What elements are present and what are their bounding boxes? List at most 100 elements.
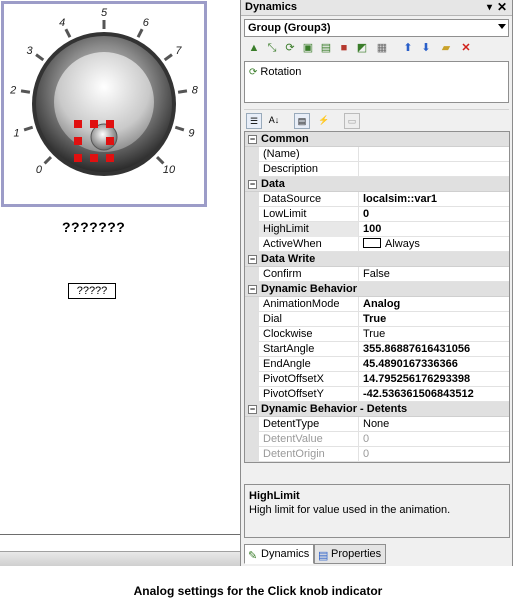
knob-tick xyxy=(20,89,31,94)
category-label: Data xyxy=(261,178,285,190)
knob-tick xyxy=(43,155,53,165)
property-name: Description xyxy=(259,162,359,177)
collapse-icon[interactable]: − xyxy=(248,285,257,294)
property-row[interactable]: Dial True xyxy=(245,312,509,327)
property-row[interactable]: Clockwise True xyxy=(245,327,509,342)
knob-tick-label: 8 xyxy=(192,85,199,97)
row-gutter xyxy=(245,207,259,222)
property-row[interactable]: DetentOrigin 0 xyxy=(245,447,509,462)
property-row[interactable]: DataSource localsim::var1 xyxy=(245,192,509,207)
tab-dynamics[interactable]: ✎ Dynamics xyxy=(244,544,314,564)
help-title: HighLimit xyxy=(249,490,300,502)
knob-dial[interactable]: 0 1 2 3 4 5 6 7 8 9 10 xyxy=(4,4,204,204)
dynamics-icon: ✎ xyxy=(248,550,258,562)
property-value[interactable]: 0 xyxy=(363,207,369,221)
pages-icon[interactable]: ▭ xyxy=(344,113,360,129)
category-header[interactable]: − Dynamic Behavior - Detents xyxy=(245,402,509,417)
category-label: Dynamic Behavior xyxy=(261,283,357,295)
categorized-icon[interactable]: ☰ xyxy=(246,113,262,129)
property-row[interactable]: Confirm False xyxy=(245,267,509,282)
group-select[interactable]: Group (Group3) xyxy=(244,19,509,37)
property-value[interactable]: Analog xyxy=(363,297,400,311)
handle-br xyxy=(106,154,114,162)
property-value[interactable]: None xyxy=(363,417,389,431)
events-icon[interactable]: ⚡ xyxy=(316,113,332,129)
knob-frame[interactable]: 0 1 2 3 4 5 6 7 8 9 10 xyxy=(1,1,207,207)
chevron-down-icon[interactable]: ▾ xyxy=(487,0,492,15)
knob-tick-label: 4 xyxy=(59,17,65,29)
knob-tick xyxy=(177,89,188,94)
row-gutter xyxy=(245,222,259,237)
dynamics-panel: Dynamics ▾ ✕ Group (Group3) ▲ ⤡ ⟳ ▣ ▤ ■ … xyxy=(240,0,513,566)
property-value[interactable]: 0 xyxy=(363,447,369,461)
panel-title: Dynamics xyxy=(245,1,297,13)
collapse-icon[interactable]: − xyxy=(248,255,257,264)
handle-ml xyxy=(74,137,82,145)
property-value[interactable]: True xyxy=(363,327,385,341)
add-animation-icon[interactable]: ▲ xyxy=(247,41,261,55)
property-row[interactable]: LowLimit 0 xyxy=(245,207,509,222)
close-icon[interactable]: ✕ xyxy=(497,0,507,15)
sort-alpha-icon[interactable]: A↓ xyxy=(266,113,282,129)
property-row[interactable]: PivotOffsetY -42.536361506843512 xyxy=(245,387,509,402)
fill-icon[interactable]: ◩ xyxy=(355,41,369,55)
property-row[interactable]: DetentType None xyxy=(245,417,509,432)
category-header[interactable]: − Common xyxy=(245,132,509,147)
property-value[interactable]: Always xyxy=(363,237,420,251)
knob-tick-label: 0 xyxy=(36,164,43,176)
property-value[interactable]: 100 xyxy=(363,222,381,236)
row-gutter xyxy=(245,192,259,207)
collapse-icon[interactable]: − xyxy=(248,135,257,144)
size-icon[interactable]: ▤ xyxy=(319,41,333,55)
category-header[interactable]: − Dynamic Behavior xyxy=(245,282,509,297)
drawing-canvas[interactable]: 0 1 2 3 4 5 6 7 8 9 10 ??????? ????? xyxy=(0,0,240,566)
scale-icon[interactable]: ▣ xyxy=(301,41,315,55)
value-icon[interactable]: ▦ xyxy=(375,41,389,55)
rotation-icon: ⟳ xyxy=(249,67,258,78)
property-value[interactable]: True xyxy=(363,312,386,326)
property-value[interactable]: 45.4890167336366 xyxy=(363,357,458,371)
category-header[interactable]: − Data xyxy=(245,177,509,192)
property-name: (Name) xyxy=(259,147,359,162)
property-row[interactable]: PivotOffsetX 14.795256176293398 xyxy=(245,372,509,387)
rotate-icon[interactable]: ⟳ xyxy=(283,41,297,55)
properties-icon[interactable]: ▤ xyxy=(294,113,310,129)
lock-icon[interactable]: ▰ xyxy=(439,41,453,55)
move-up-icon[interactable]: ⬆ xyxy=(401,41,415,55)
color-icon[interactable]: ■ xyxy=(337,41,351,55)
property-row[interactable]: AnimationMode Analog xyxy=(245,297,509,312)
move-down-icon[interactable]: ⬇ xyxy=(419,41,433,55)
property-value[interactable]: 14.795256176293398 xyxy=(363,372,470,386)
property-row[interactable]: DetentValue 0 xyxy=(245,432,509,447)
properties-icon: ▤ xyxy=(318,550,329,562)
property-row[interactable]: HighLimit 100 xyxy=(245,222,509,237)
knob-tick-label: 9 xyxy=(188,127,194,139)
grid-toolbar: ☰ A↓ ▤ ⚡ ▭ xyxy=(244,109,509,129)
move-icon[interactable]: ⤡ xyxy=(265,41,279,55)
delete-icon[interactable]: ✕ xyxy=(459,41,473,55)
property-value[interactable]: -42.536361506843512 xyxy=(363,387,474,401)
property-row[interactable]: EndAngle 45.4890167336366 xyxy=(245,357,509,372)
canvas-divider xyxy=(0,534,240,535)
collapse-icon[interactable]: − xyxy=(248,180,257,189)
property-value[interactable]: 0 xyxy=(363,432,369,446)
property-name: EndAngle xyxy=(259,357,359,372)
collapse-icon[interactable]: − xyxy=(248,405,257,414)
property-value[interactable]: 355.86887616431056 xyxy=(363,342,470,356)
property-row[interactable]: (Name) xyxy=(245,147,509,162)
property-value-text: Always xyxy=(385,238,420,250)
property-row[interactable]: Description xyxy=(245,162,509,177)
property-row[interactable]: StartAngle 355.86887616431056 xyxy=(245,342,509,357)
tab-properties[interactable]: ▤ Properties xyxy=(314,544,386,564)
knob-tick-label: 1 xyxy=(13,127,19,139)
value-box[interactable]: ????? xyxy=(68,283,116,299)
property-name: Clockwise xyxy=(259,327,359,342)
property-row[interactable]: ActiveWhen Always xyxy=(245,237,509,252)
horizontal-scrollbar[interactable] xyxy=(0,551,240,566)
category-header[interactable]: − Data Write xyxy=(245,252,509,267)
animation-item[interactable]: ⟳ Rotation xyxy=(249,64,504,81)
row-gutter xyxy=(245,297,259,312)
property-value[interactable]: False xyxy=(363,267,390,281)
knob-label[interactable]: ??????? xyxy=(62,219,125,235)
property-value[interactable]: localsim::var1 xyxy=(363,192,437,206)
